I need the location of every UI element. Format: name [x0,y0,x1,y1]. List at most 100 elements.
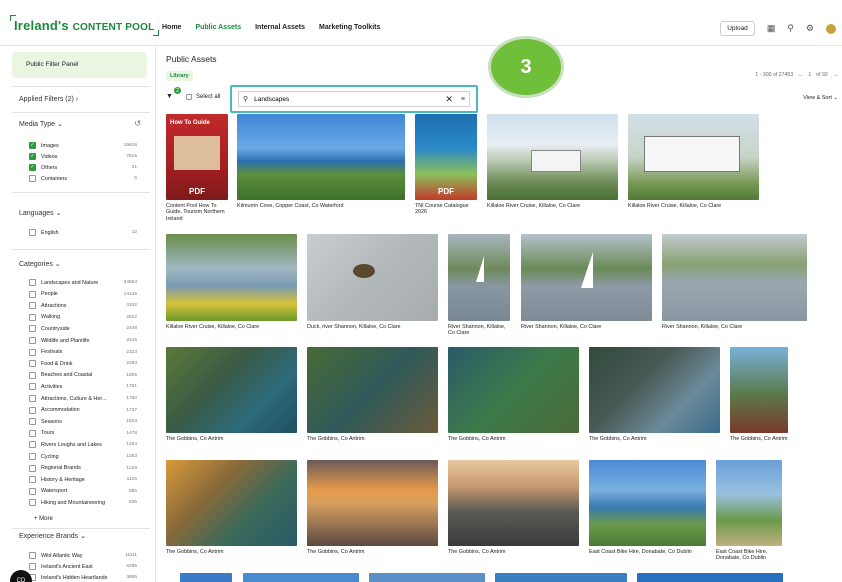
asset-thumbnail[interactable]: How To Guide PDF [166,114,228,200]
media-type-containers[interactable]: Containers 5 [29,174,137,183]
asset-thumbnail[interactable] [166,347,297,433]
view-sort-dropdown[interactable]: View & Sort ⌄ [803,95,838,101]
checkbox-icon[interactable] [29,499,36,507]
asset-tile[interactable]: The Gobbins, Co Antrim [307,347,438,442]
asset-thumbnail[interactable] [166,234,297,321]
checkbox-icon[interactable] [29,429,36,437]
category-item[interactable]: Tours 1478 [29,429,137,438]
checkbox-icon[interactable] [29,563,36,570]
media-type-others[interactable]: ✓ Others 21 [29,163,137,172]
prev-page-icon[interactable]: ← [798,72,803,78]
checkbox-icon[interactable] [29,552,36,559]
asset-tile[interactable]: The Gobbins, Co Antrim [166,460,297,555]
asset-tile[interactable]: The Gobbins, Co Antrim [448,460,579,555]
checkbox-icon[interactable] [29,464,36,472]
checkbox-icon[interactable] [29,175,36,182]
asset-thumbnail[interactable] [448,347,579,433]
experience-hidden-heartlands[interactable]: Ireland's Hidden Heartlands 3865 [29,573,137,582]
categories-heading[interactable]: Categories ⌄ [19,260,61,268]
asset-thumbnail[interactable] [589,460,706,546]
media-type-images[interactable]: ✓ Images 19816 [29,141,137,150]
asset-tile[interactable]: River Shannon, Killaloe, Co Clare [448,234,510,337]
asset-tile[interactable] [495,573,627,582]
checkbox-icon[interactable] [29,337,36,344]
category-item[interactable]: Regional Brands 1229 [29,464,137,473]
languages-heading[interactable]: Languages ⌄ [19,209,61,217]
gear-icon[interactable]: ⚙ [806,23,814,34]
category-item[interactable]: Beaches and Coastal 1806 [29,371,137,380]
asset-tile[interactable]: How To Guide PDF Content Pool How To Gui… [166,114,228,222]
asset-thumbnail[interactable] [662,234,807,321]
checkbox-icon[interactable] [29,371,36,379]
asset-thumbnail[interactable] [716,460,782,546]
applied-filters-toggle[interactable]: Applied Filters (2) › [19,96,78,103]
category-item[interactable]: Food & Drink 2293 [29,359,137,368]
asset-tile[interactable]: East Coast Bike Hire, Donabate, Co Dubli… [716,460,782,562]
category-item[interactable]: Accommodation 1737 [29,406,137,415]
checkbox-icon[interactable] [186,94,192,100]
category-item[interactable]: People 14146 [29,290,137,299]
category-item[interactable]: Wildlife and Plantlife 2415 [29,336,137,345]
checkbox-icon[interactable] [29,453,36,460]
category-item[interactable]: History & Heritage 1126 [29,475,137,484]
checkbox-icon[interactable] [29,406,36,414]
asset-tile[interactable]: The Gobbins, Co Antrim [730,347,788,442]
asset-tile[interactable]: Killaloe River Cruise, Killaloe, Co Clar… [487,114,618,209]
asset-tile[interactable] [180,573,232,582]
asset-tile[interactable]: The Gobbins, Co Antrim [589,347,720,442]
asset-thumbnail[interactable] [495,573,627,582]
asset-thumbnail[interactable] [487,114,618,200]
close-icon[interactable]: ✕ [445,94,453,105]
nav-home[interactable]: Home [162,24,181,31]
experience-wild-atlantic-way[interactable]: Wild Atlantic Way 11111 [29,551,137,560]
filter-funnel-icon[interactable]: ▼ [166,93,173,100]
category-item[interactable]: Watersport 895 [29,487,137,496]
checkbox-icon[interactable] [29,229,36,236]
category-item[interactable]: Hiking and Mountaineering 835 [29,498,137,507]
category-item[interactable]: Activities 1781 [29,382,137,391]
asset-tile[interactable]: PDF TNI Course Catalogue 2026 [415,114,477,216]
category-item[interactable]: Attractions 3342 [29,301,137,310]
grid-icon[interactable]: ▦ [767,23,776,34]
library-chip[interactable]: Library [166,71,193,81]
category-item[interactable]: Festivals 2323 [29,348,137,357]
experience-brands-heading[interactable]: Experience Brands ⌄ [19,532,86,540]
select-all-checkbox[interactable]: Select all [186,94,220,100]
asset-thumbnail[interactable] [243,573,359,582]
media-type-videos[interactable]: ✓ Videos 7616 [29,152,137,161]
nav-public-assets[interactable]: Public Assets [195,24,241,31]
asset-tile[interactable] [369,573,485,582]
asset-thumbnail[interactable] [166,460,297,546]
more-categories-link[interactable]: + More [34,516,53,522]
asset-thumbnail[interactable] [521,234,652,321]
checkbox-icon[interactable] [29,313,36,321]
checkbox-icon[interactable] [29,290,36,298]
category-item[interactable]: Rivers Loughs and Lakes 1464 [29,440,137,449]
checkbox-icon[interactable] [29,348,36,356]
asset-tile[interactable] [637,573,783,582]
category-item[interactable]: Attractions, Culture & Her... 1760 [29,394,137,403]
checkbox-icon[interactable] [29,325,36,333]
category-item[interactable]: Cycling 1253 [29,452,137,461]
asset-thumbnail[interactable] [637,573,783,582]
checkbox-checked-icon[interactable]: ✓ [29,164,36,171]
category-item[interactable]: Walking 2522 [29,313,137,322]
asset-thumbnail[interactable] [628,114,759,200]
asset-thumbnail[interactable] [307,460,438,546]
category-item[interactable]: Countryside 2448 [29,324,137,333]
language-english[interactable]: English 12 [29,228,137,237]
checkbox-icon[interactable] [29,302,36,310]
search-input[interactable] [254,95,442,103]
asset-tile[interactable]: Kilmurrin Cove, Copper Coast, Co Waterfo… [237,114,405,209]
checkbox-icon[interactable] [29,383,36,391]
asset-thumbnail[interactable]: PDF [415,114,477,200]
sliders-icon[interactable]: ≡ [461,96,465,103]
checkbox-icon[interactable] [29,487,36,495]
asset-thumbnail[interactable] [730,347,788,433]
asset-thumbnail[interactable] [589,347,720,433]
checkbox-icon[interactable] [29,418,36,426]
asset-tile[interactable]: The Gobbins, Co Antrim [448,347,579,442]
pager-current[interactable]: 1 [808,72,811,78]
checkbox-icon[interactable] [29,441,36,449]
search-icon[interactable]: ⚲ [787,23,794,34]
